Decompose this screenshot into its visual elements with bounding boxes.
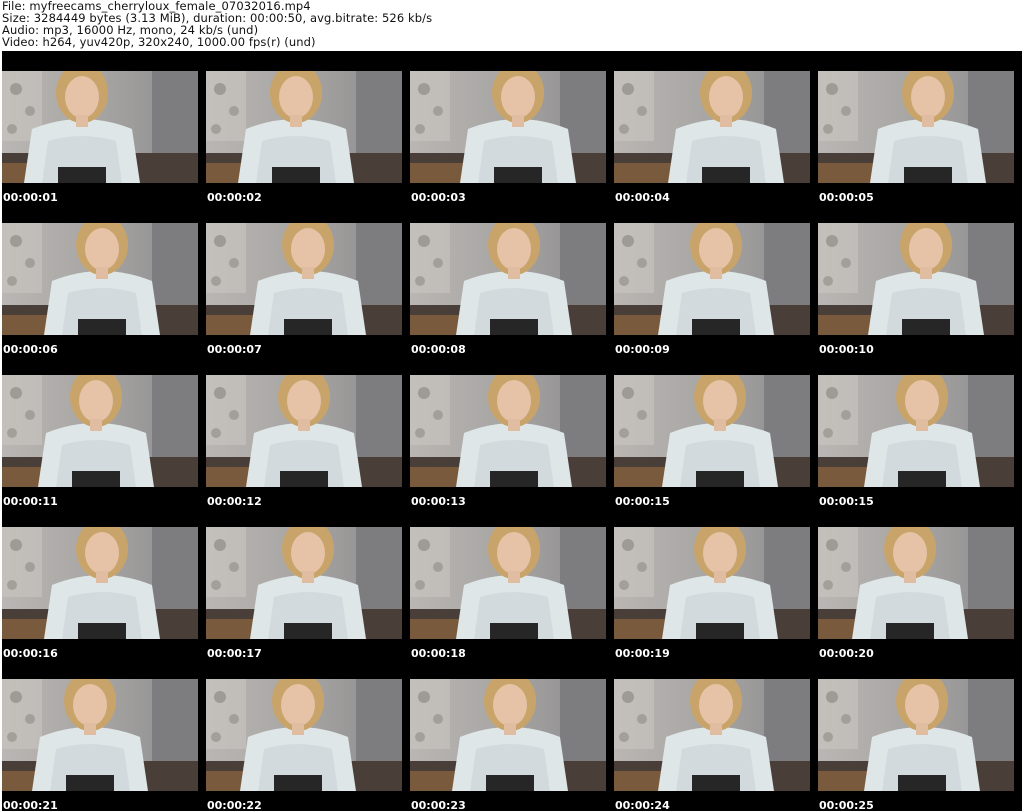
video-frame-thumbnail xyxy=(206,527,402,639)
video-frame-thumbnail xyxy=(818,71,1014,183)
frame-timestamp: 00:00:19 xyxy=(615,647,670,660)
frame-timestamp: 00:00:09 xyxy=(615,343,670,356)
frame-timestamp: 00:00:12 xyxy=(207,495,262,508)
frame-timestamp: 00:00:15 xyxy=(819,495,874,508)
frame-timestamp: 00:00:22 xyxy=(207,799,262,812)
video-frame-thumbnail xyxy=(2,527,198,639)
video-frame-thumbnail xyxy=(410,223,606,335)
frame-timestamp: 00:00:11 xyxy=(3,495,58,508)
frame-timestamp: 00:00:10 xyxy=(819,343,874,356)
frame-timestamp: 00:00:15 xyxy=(615,495,670,508)
video-frame-thumbnail xyxy=(614,71,810,183)
frame-timestamp: 00:00:17 xyxy=(207,647,262,660)
frame-timestamp: 00:00:13 xyxy=(411,495,466,508)
video-frame-thumbnail xyxy=(206,223,402,335)
video-frame-thumbnail xyxy=(410,679,606,791)
frame-timestamp: 00:00:02 xyxy=(207,191,262,204)
video-frame-thumbnail xyxy=(614,679,810,791)
frame-timestamp: 00:00:03 xyxy=(411,191,466,204)
video-frame-thumbnail xyxy=(410,527,606,639)
video-frame-thumbnail xyxy=(410,71,606,183)
video-frame-thumbnail xyxy=(2,71,198,183)
frame-timestamp: 00:00:01 xyxy=(3,191,58,204)
video-frame-thumbnail xyxy=(818,527,1014,639)
video-frame-thumbnail xyxy=(2,223,198,335)
frame-timestamp: 00:00:16 xyxy=(3,647,58,660)
file-info-header: File: myfreecams_cherryloux_female_07032… xyxy=(2,0,1022,50)
frame-timestamp: 00:00:08 xyxy=(411,343,466,356)
thumbnail-contact-sheet: 00:00:01 00:00:02 00:00:03 00:00:04 00:00:05… xyxy=(2,51,1022,812)
video-frame-thumbnail xyxy=(614,375,810,487)
video-frame-thumbnail xyxy=(614,527,810,639)
frame-timestamp: 00:00:23 xyxy=(411,799,466,812)
frame-timestamp: 00:00:25 xyxy=(819,799,874,812)
frame-timestamp: 00:00:18 xyxy=(411,647,466,660)
frame-timestamp: 00:00:24 xyxy=(615,799,670,812)
video-frame-thumbnail xyxy=(206,71,402,183)
frame-timestamp: 00:00:06 xyxy=(3,343,58,356)
video-frame-thumbnail xyxy=(2,375,198,487)
video-frame-thumbnail xyxy=(410,375,606,487)
frame-timestamp: 00:00:05 xyxy=(819,191,874,204)
video-frame-thumbnail xyxy=(614,223,810,335)
frame-timestamp: 00:00:07 xyxy=(207,343,262,356)
video-frame-thumbnail xyxy=(2,679,198,791)
video-frame-thumbnail xyxy=(818,375,1014,487)
frame-timestamp: 00:00:20 xyxy=(819,647,874,660)
frame-timestamp: 00:00:21 xyxy=(3,799,58,812)
video-frame-thumbnail xyxy=(818,679,1014,791)
video-frame-thumbnail xyxy=(206,679,402,791)
frame-timestamp: 00:00:04 xyxy=(615,191,670,204)
video-frame-thumbnail xyxy=(206,375,402,487)
video-frame-thumbnail xyxy=(818,223,1014,335)
video-info-line: Video: h264, yuv420p, 320x240, 1000.00 f… xyxy=(2,35,316,49)
